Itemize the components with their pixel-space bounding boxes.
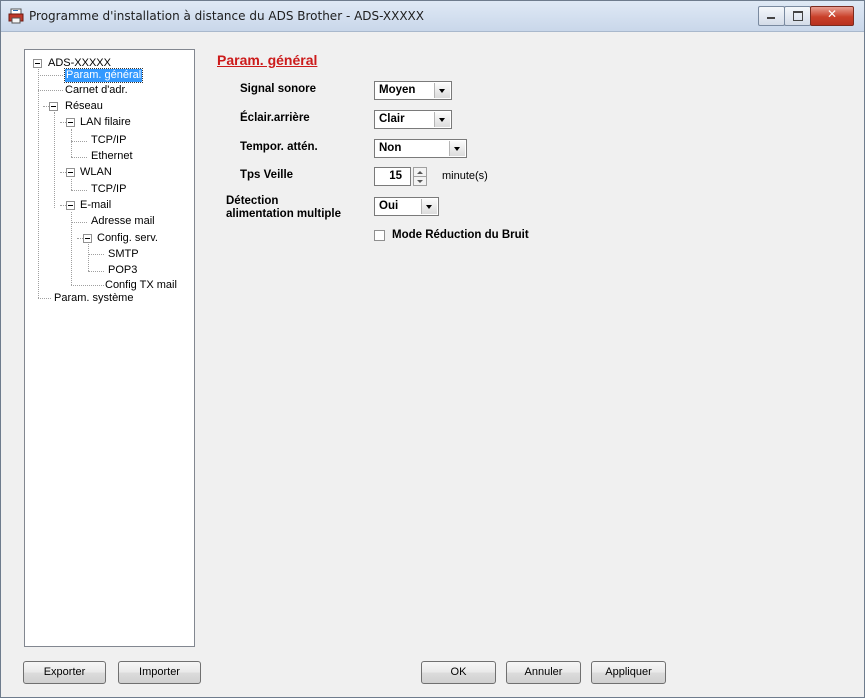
- dropdown-button[interactable]: [421, 199, 437, 214]
- tree-item-config-tx[interactable]: Config TX mail: [105, 279, 177, 292]
- close-icon: ✕: [826, 7, 838, 21]
- tree-line: [38, 64, 39, 298]
- tree-line: [88, 271, 104, 272]
- import-button[interactable]: Importer: [118, 661, 201, 684]
- window-title: Programme d'installation à distance du A…: [29, 9, 424, 23]
- chevron-down-icon: [439, 118, 445, 122]
- tempor-atten-value: Non: [379, 142, 402, 154]
- collapse-icon[interactable]: [83, 234, 92, 243]
- tree-item-lan-tcpip[interactable]: TCP/IP: [91, 134, 126, 147]
- tree-item-reseau[interactable]: Réseau: [65, 100, 103, 113]
- collapse-icon[interactable]: [33, 59, 42, 68]
- detection-select[interactable]: Oui: [374, 197, 439, 216]
- tree-line: [71, 222, 87, 223]
- tree-line: [71, 190, 87, 191]
- maximize-button[interactable]: [784, 6, 811, 26]
- eclair-arriere-label: Éclair.arrière: [240, 112, 310, 124]
- mode-reduction-label[interactable]: Mode Réduction du Bruit: [392, 229, 529, 241]
- collapse-icon[interactable]: [66, 201, 75, 210]
- close-button[interactable]: ✕: [810, 6, 854, 26]
- tps-veille-stepper[interactable]: [413, 167, 427, 186]
- tree-item-ethernet[interactable]: Ethernet: [91, 150, 133, 163]
- tree-item-pop3[interactable]: POP3: [108, 264, 137, 277]
- tps-veille-label: Tps Veille: [240, 169, 294, 181]
- tree-item-email[interactable]: E-mail: [80, 199, 111, 212]
- maximize-icon: [793, 11, 803, 21]
- apply-button[interactable]: Appliquer: [591, 661, 666, 684]
- tree-line: [38, 298, 51, 299]
- ok-button[interactable]: OK: [421, 661, 496, 684]
- tree-line: [71, 141, 87, 142]
- tempor-atten-label: Tempor. attén.: [240, 141, 318, 153]
- spin-up-icon[interactable]: [417, 171, 423, 174]
- signal-sonore-label: Signal sonore: [240, 83, 317, 95]
- tree-line: [71, 285, 104, 286]
- tree-item-carnet[interactable]: Carnet d'adr.: [65, 84, 128, 97]
- tree-line: [88, 244, 89, 271]
- tree-line: [54, 112, 55, 208]
- tps-veille-value: 15: [389, 170, 402, 182]
- detection-label-line1: Détection: [226, 195, 279, 207]
- tree-line: [88, 254, 104, 255]
- eclair-arriere-select[interactable]: Clair: [374, 110, 452, 129]
- settings-tree[interactable]: ADS-XXXXX Param. général Carnet d'adr. R…: [24, 49, 195, 647]
- minimize-button[interactable]: [758, 6, 785, 26]
- stepper-divider: [414, 176, 426, 177]
- tps-veille-input[interactable]: 15: [374, 167, 411, 186]
- signal-sonore-select[interactable]: Moyen: [374, 81, 452, 100]
- chevron-down-icon: [426, 205, 432, 209]
- collapse-icon[interactable]: [66, 168, 75, 177]
- tree-item-param-general[interactable]: Param. général: [63, 68, 144, 83]
- eclair-arriere-value: Clair: [379, 113, 405, 125]
- tree-line: [38, 75, 63, 76]
- tree-item-lan-filaire[interactable]: LAN filaire: [80, 116, 131, 129]
- app-window: Programme d'installation à distance du A…: [0, 0, 865, 698]
- dropdown-button[interactable]: [434, 112, 450, 127]
- tree-line: [71, 179, 72, 190]
- collapse-icon[interactable]: [66, 118, 75, 127]
- tree-item-wlan-tcpip[interactable]: TCP/IP: [91, 183, 126, 196]
- spin-down-icon[interactable]: [417, 180, 423, 183]
- tps-veille-unit: minute(s): [442, 170, 488, 182]
- chevron-down-icon: [454, 147, 460, 151]
- signal-sonore-value: Moyen: [379, 84, 416, 96]
- dropdown-button[interactable]: [434, 83, 450, 98]
- tree-line: [71, 129, 72, 157]
- tree-item-adresse-mail[interactable]: Adresse mail: [91, 215, 155, 228]
- detection-label-line2: alimentation multiple: [226, 208, 342, 220]
- chevron-down-icon: [439, 89, 445, 93]
- minimize-icon: [767, 17, 775, 19]
- export-button[interactable]: Exporter: [23, 661, 106, 684]
- collapse-icon[interactable]: [49, 102, 58, 111]
- printer-app-icon: [8, 8, 24, 24]
- tree-line: [71, 157, 87, 158]
- tree-item-config-serv[interactable]: Config. serv.: [97, 232, 158, 245]
- tree-item-param-systeme[interactable]: Param. système: [54, 292, 133, 305]
- mode-reduction-checkbox[interactable]: [374, 230, 385, 241]
- detection-value: Oui: [379, 200, 399, 212]
- tree-item-smtp[interactable]: SMTP: [108, 248, 139, 261]
- tree-item-wlan[interactable]: WLAN: [80, 166, 112, 179]
- section-title: Param. général: [217, 52, 318, 68]
- dropdown-button[interactable]: [449, 141, 465, 156]
- cancel-button[interactable]: Annuler: [506, 661, 581, 684]
- tempor-atten-select[interactable]: Non: [374, 139, 467, 158]
- window-controls: ✕: [758, 6, 854, 26]
- title-bar: Programme d'installation à distance du A…: [1, 1, 864, 32]
- tree-line: [38, 90, 63, 91]
